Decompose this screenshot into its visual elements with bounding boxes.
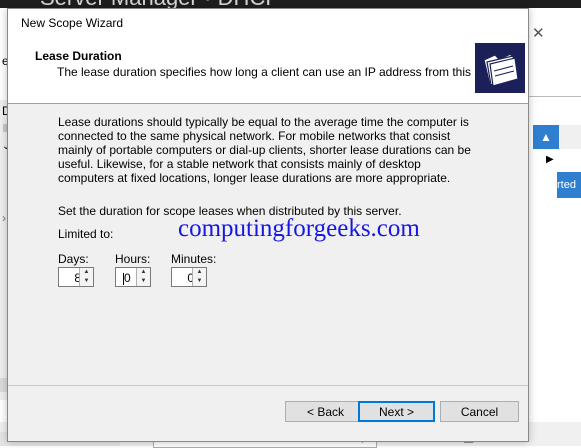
days-spinbox[interactable]: 8 ▲ ▼ (58, 267, 94, 287)
days-down-arrow-icon[interactable]: ▼ (80, 277, 93, 286)
server-manager-title: Server Manager • DHCP (40, 0, 280, 8)
footer-divider (8, 385, 528, 386)
server-manager-titlebar: Server Manager • DHCP (0, 0, 581, 8)
hours-value-wrap[interactable]: 0 (122, 271, 131, 285)
cancel-button[interactable]: Cancel (440, 401, 519, 422)
hours-value[interactable]: 0 (124, 271, 131, 285)
minutes-spinbox[interactable]: 0 ▲ ▼ (171, 267, 207, 287)
bg-collapse-up-icon[interactable]: ▲ (533, 125, 559, 149)
minutes-down-arrow-icon[interactable]: ▼ (193, 277, 206, 286)
wizard-titlebar[interactable]: New Scope Wizard (8, 9, 528, 39)
hours-spinbox[interactable]: 0 ▲ ▼ (115, 267, 151, 287)
minutes-value[interactable]: 0 (172, 271, 194, 285)
next-button[interactable]: Next > (358, 401, 435, 422)
bg-get-started-button[interactable]: rted (557, 172, 581, 198)
wizard-folder-icon (475, 43, 525, 93)
days-label: Days: (58, 252, 89, 266)
bg-actions-divider (527, 96, 581, 97)
bg-expand-right-icon[interactable]: ▶ (546, 154, 554, 165)
bg-actions-header (559, 125, 581, 149)
wizard-title: New Scope Wizard (21, 16, 124, 30)
minutes-label: Minutes: (171, 252, 217, 266)
hours-down-arrow-icon[interactable]: ▼ (137, 277, 150, 286)
page-heading: Lease Duration (35, 49, 122, 63)
new-scope-wizard-dialog: New Scope Wizard Lease Duration The leas… (7, 8, 529, 442)
watermark-text: computingforgeeks.com (178, 215, 420, 242)
back-button[interactable]: < Back (285, 401, 366, 422)
server-manager-close-icon[interactable]: ✕ (532, 24, 545, 42)
page-subheading: The lease duration specifies how long a … (57, 65, 510, 79)
hours-label: Hours: (115, 252, 151, 266)
hours-spin-buttons: ▲ ▼ (136, 268, 150, 286)
bg-chevron-right-icon[interactable]: › (2, 211, 6, 225)
minutes-spin-buttons: ▲ ▼ (192, 268, 206, 286)
limited-to-label: Limited to: (58, 227, 114, 241)
lease-description: Lease durations should typically be equa… (58, 115, 471, 185)
days-value[interactable]: 8 (59, 271, 81, 285)
days-spin-buttons: ▲ ▼ (79, 268, 93, 286)
